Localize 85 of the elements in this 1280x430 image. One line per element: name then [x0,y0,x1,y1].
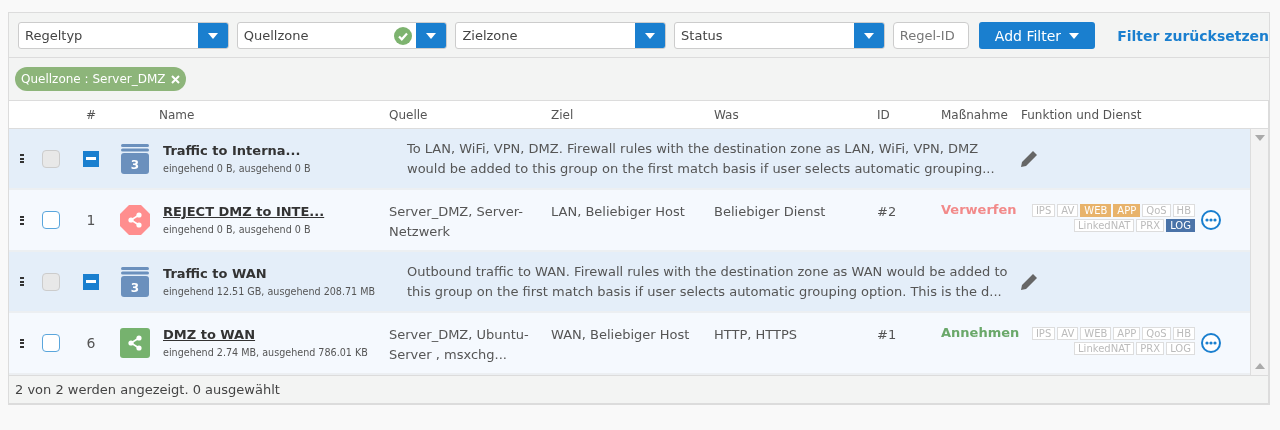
service-cell-text: Beliebiger Dienst [714,203,827,221]
action-text: Verwerfen [941,202,1018,217]
column-header: Quelle [389,107,429,122]
feature-tag: LinkedNAT [1074,219,1135,232]
row-checkbox[interactable] [42,334,60,352]
group-description: To LAN, WiFi, VPN, DMZ. Firewall rules with the destination zone as LAN, WiFi, VPN, DMZ would be added to this group on the first match basis if user selects automatic grouping... [406,139,996,178]
drag-handle[interactable] [20,338,24,348]
caret-icon [645,32,656,39]
more-icon [1201,333,1221,353]
feature-tag: QoS [1142,204,1171,217]
feature-tag: WEB [1080,327,1112,340]
service-cell-text: HTTP, HTTPS [714,326,799,344]
column-header: ID [877,107,891,122]
feature-tag: PRX [1136,342,1165,355]
pencil-icon [1021,273,1037,290]
action-text: Annehmen [941,325,1021,340]
collapse-toggle[interactable] [83,150,99,167]
group-name: Traffic to WAN [163,265,268,281]
rule-number: 1 [86,212,96,228]
collapse-toggle[interactable] [83,273,99,290]
filter-dropdown[interactable]: Status [674,22,885,49]
column-header: Was [714,107,740,122]
feature-tag: LOG [1166,342,1195,355]
column-header: Name [159,107,196,122]
caret-icon [1069,32,1080,39]
feature-tag: IPS [1031,204,1056,217]
feature-tag: AV [1057,327,1079,340]
rule-name-link[interactable]: REJECT DMZ to INTE... [163,204,389,219]
rule-id-cell-text: #1 [877,326,898,344]
more-button[interactable] [1201,333,1221,353]
source-cell-text: Server_DMZ, Server-Netzwerk [389,203,525,241]
more-button[interactable] [1201,210,1221,230]
filter-dropdown[interactable]: Quellzone [236,22,448,49]
traffic-text: eingehend 0 B, ausgehend 0 B [163,224,311,236]
feature-tag: LinkedNAT [1074,342,1135,355]
status-text: 2 von 2 werden angezeigt. 0 ausgewählt [9,375,1268,403]
drag-handle[interactable] [20,215,24,225]
drag-handle[interactable] [20,277,24,286]
group-description: Outbound traffic to WAN. Firewall rules with the destination zone as WAN would be added to this group on the first match basis if user selects automatic grouping option. This is the d... [406,262,1009,301]
feature-tag: APP [1113,204,1141,217]
scrollbar[interactable] [1250,129,1268,375]
row-checkbox[interactable] [42,211,60,229]
rule-number: 6 [86,335,96,351]
rule-name-link[interactable]: DMZ to WAN [163,327,389,342]
traffic-text: eingehend 0 B, ausgehend 0 B [163,162,311,175]
pencil-icon [1021,150,1037,167]
edit-button[interactable] [1021,273,1037,290]
feature-tag: LOG [1166,219,1195,232]
column-header: # [85,107,97,122]
drag-handle[interactable] [20,154,24,163]
row-checkbox[interactable] [42,272,60,291]
destination-cell-text: LAN, Beliebiger Host [551,203,686,221]
row-checkbox[interactable] [42,149,60,168]
feature-tag: IPS [1031,327,1056,340]
feature-tag: PRX [1136,219,1165,232]
feature-tag: QoS [1142,327,1171,340]
feature-tag: AV [1057,204,1079,217]
rule-id-cell-text: #2 [877,203,898,221]
group-name: Traffic to Interna... [163,142,302,158]
filter-dropdown[interactable]: Regeltyp [18,22,229,49]
filter-dropdown[interactable]: Zielzone [455,22,667,49]
close-icon [170,74,180,84]
column-header: Ziel [551,107,575,122]
share-icon [120,328,150,358]
feature-tag: APP [1113,327,1141,340]
more-icon [1201,210,1221,230]
caret-icon [1254,363,1265,369]
feature-tag: HB [1172,204,1195,217]
caret-icon [426,32,437,39]
column-header: Funktion und Dienst [1021,107,1143,122]
edit-button[interactable] [1021,150,1037,167]
traffic-text: eingehend 2.74 MB, ausgehend 786.01 KB [163,347,368,359]
octagon-share-icon [120,205,150,235]
add-filter-button[interactable]: Add Filter [978,22,1096,49]
reset-filter-link[interactable]: Filter zurücksetzen [1117,27,1269,44]
feature-tag: WEB [1080,204,1112,217]
destination-cell-text: WAN, Beliebiger Host [551,326,691,344]
rule-id-field[interactable]: Regel-ID [892,22,969,49]
traffic-text: eingehend 12.51 GB, ausgehend 208.71 MB [163,285,376,298]
caret-icon [207,32,218,39]
source-cell-text: Server_DMZ, Ubuntu-Server , msxchg... [389,326,530,364]
caret-icon [863,32,874,39]
caret-icon [1254,135,1265,141]
feature-tag: HB [1172,327,1195,340]
column-header: Maßnahme [941,107,1009,122]
